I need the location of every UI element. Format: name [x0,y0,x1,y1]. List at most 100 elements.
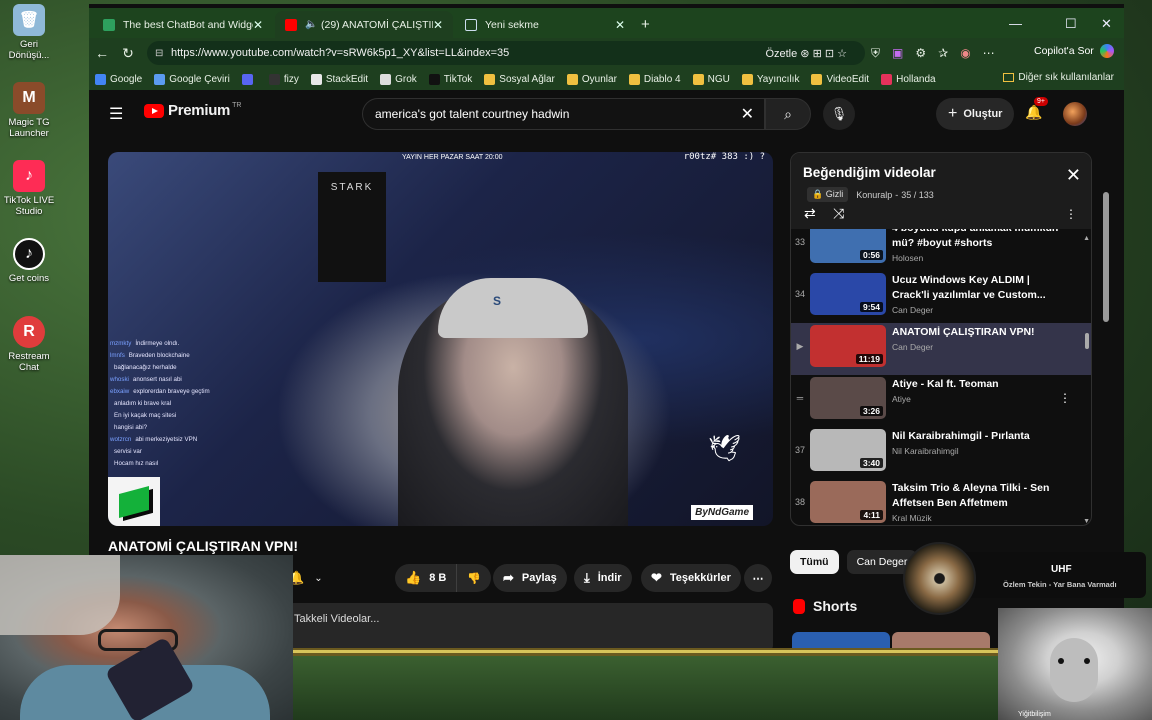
bookmark-item[interactable]: Oyunlar [566,73,617,85]
description-box[interactable]: Takkeli Videolar... [286,603,773,653]
chat-line: hangisi abi? [110,422,250,434]
playlist-title[interactable]: Beğendiğim videolar [803,165,936,180]
video-thumbnail[interactable]: 3:26 [810,377,886,419]
bookmark-item[interactable]: Google [95,73,142,85]
video-thumbnail[interactable]: 3:40 [810,429,886,471]
bookmark-label: fizy [283,73,299,85]
video-thumbnail[interactable]: 9:54 [810,273,886,315]
extension-icon[interactable]: ▣ [892,46,903,60]
more-actions-button[interactable]: ⋯ [744,564,772,592]
other-bookmarks[interactable]: Diğer sık kullanılanlar [1003,72,1114,83]
loop-icon[interactable]: ⇄ [804,205,816,222]
playlist-scrollbar[interactable]: ▲ ▼ [1083,235,1090,525]
tab-streamelements[interactable]: The best ChatBot and Widgets fo ✕ [93,11,273,38]
chat-text: İndirmeye olndı. [135,340,180,347]
playlist-index: ═ [796,393,804,403]
bookmark-item[interactable] [241,73,257,85]
share-button[interactable]: ➦ Paylaş [493,564,567,592]
filter-chip[interactable]: Tümü [790,550,839,574]
subscribe-bell[interactable]: 🔔 ⌄ [288,564,323,592]
desktop-field [293,656,998,720]
bookmark-label: Sosyal Ağlar [499,73,555,85]
microphone-icon: 🎙 [830,106,848,121]
playlist-item[interactable]: ═ 3:26 Atiye - Kal ft. Teoman Atiye ⋮ [791,375,1091,427]
new-tab-page-icon [465,18,477,31]
video-thumbnail[interactable]: 0:56 [810,229,886,263]
bookmark-item[interactable]: Hollanda [881,73,936,85]
create-button[interactable]: + Oluştur [936,98,1015,130]
tab-new-tab[interactable]: Yeni sekme ✕ [455,11,635,38]
new-tab-button[interactable]: + [635,11,661,38]
maximize-icon[interactable]: ☐ [1065,16,1077,32]
thanks-button[interactable]: ❤ Teşekkürler [641,564,741,592]
notifications-button[interactable]: 🔔 9+ [1025,97,1048,121]
bookmark-item[interactable]: Google Çeviri [154,73,230,85]
minimize-icon[interactable]: — [1009,16,1022,31]
bookmark-item[interactable]: fizy [268,73,299,85]
bookmark-item[interactable]: NGU [692,73,730,85]
copilot-button[interactable]: Copilot'a Sor [1034,44,1114,58]
desktop-icon-magic-tg[interactable]: M Magic TG Launcher [0,82,58,158]
scroll-up-icon[interactable]: ▲ [1083,235,1090,242]
bookmark-item[interactable]: StackEdit [310,73,368,85]
close-icon[interactable]: ✕ [433,18,443,32]
bookmark-item[interactable]: TikTok [428,73,472,85]
dislike-button[interactable]: 👎 [457,564,492,592]
playlist-item[interactable]: 33 0:56 4 boyutlu küpü anlamak mümkün mü? … [791,229,1091,271]
desktop-icon-restream[interactable]: R Restream Chat [0,316,58,392]
chat-text: anonsert nasıl abi [132,376,182,383]
playlist-item[interactable]: 37 3:40 Nil Karaibrahimgil - Pırlanta Nil K… [791,427,1091,479]
video-thumbnail[interactable]: 11:19 [810,325,886,367]
search-input[interactable]: america's got talent courtney hadwin ✕ [362,98,765,130]
favorites-icon[interactable]: ✰ [938,46,948,60]
bookmark-label: Grok [395,73,417,85]
clear-search-icon[interactable]: ✕ [741,104,754,124]
tab-youtube[interactable]: 🔈 (29) ANATOMİ ÇALIŞTIRAN V ✕ [275,11,453,38]
close-window-icon[interactable]: ✕ [1101,16,1112,32]
voice-search-button[interactable]: 🎙 [823,98,855,130]
playlist-item[interactable]: 38 4:11 Taksim Trio & Aleyna Tilki - Sen A… [791,479,1091,525]
address-bar[interactable]: ⊟ https://www.youtube.com/watch?v=sRW6k5… [147,41,865,65]
hamburger-menu-icon[interactable]: ☰ [109,104,123,124]
avatar[interactable] [1063,102,1087,126]
summarize-button[interactable]: Özetle ⊛ ⊞ ⊡ ☆ [765,47,847,60]
video-thumbnail[interactable]: 4:11 [810,481,886,523]
youtube-logo[interactable]: Premium TR [144,102,241,119]
close-icon[interactable]: ✕ [1066,165,1081,186]
desktop-icon-recycle-bin[interactable]: 🗑 Geri Dönüşü... [0,4,58,80]
address-bar-row: ← ↻ ⊟ https://www.youtube.com/watch?v=sR… [89,38,1124,68]
search-button[interactable]: ⌕ [765,98,811,130]
scrollbar-thumb[interactable] [1103,192,1109,322]
like-button[interactable]: 👍 8 B [395,564,458,592]
site-info-icon[interactable]: ⊟ [155,48,163,59]
desktop-icon-tiktok-live[interactable]: ♪ TikTok LIVE Studio [0,160,58,236]
profile-icon[interactable]: ◉ [960,46,970,60]
bookmark-item[interactable]: Diablo 4 [628,73,681,85]
bookmark-item[interactable]: Sosyal Ağlar [484,73,555,85]
bookmark-item[interactable]: VideoEdit [811,73,869,85]
puzzle-icon[interactable]: ⚙ [915,46,926,60]
playlist-owner[interactable]: Konuralp [856,190,892,200]
chat-line: anladım ki brave kral [110,398,250,410]
more-vertical-icon[interactable]: ⋮ [1059,391,1071,405]
more-menu-icon[interactable]: ⋯ [983,46,995,60]
reload-icon[interactable]: ↻ [115,45,141,62]
channel-logo [108,477,160,526]
download-button[interactable]: ⤓ İndir [574,564,632,592]
shield-icon[interactable]: ⛨ [871,46,880,61]
scrollbar-thumb[interactable] [1085,333,1089,349]
bookmark-item[interactable]: Grok [380,73,417,85]
playlist-item[interactable]: ▶ 11:19 ANATOMİ ÇALIŞTIRAN VPN! Can Deger [791,323,1091,375]
close-icon[interactable]: ✕ [615,18,625,32]
desktop-icon-get-coins[interactable]: ♪ Get coins [0,238,58,314]
bookmark-item[interactable]: Yayıncılık [741,73,799,85]
shuffle-icon[interactable]: ⤨ [833,205,844,222]
back-icon[interactable]: ← [89,45,115,61]
speaker-icon[interactable]: 🔈 [305,19,317,31]
more-vertical-icon[interactable]: ⋮ [1065,207,1077,221]
playlist-item[interactable]: 34 9:54 Ucuz Windows Key ALDIM | Crack'li … [791,271,1091,323]
chat-user: mzmkty [110,340,132,347]
video-player[interactable]: STARK S YAYIN HER PAZAR SAAT 20:00 r00tz… [108,152,773,526]
close-icon[interactable]: ✕ [253,18,263,32]
scroll-down-icon[interactable]: ▼ [1083,518,1090,525]
